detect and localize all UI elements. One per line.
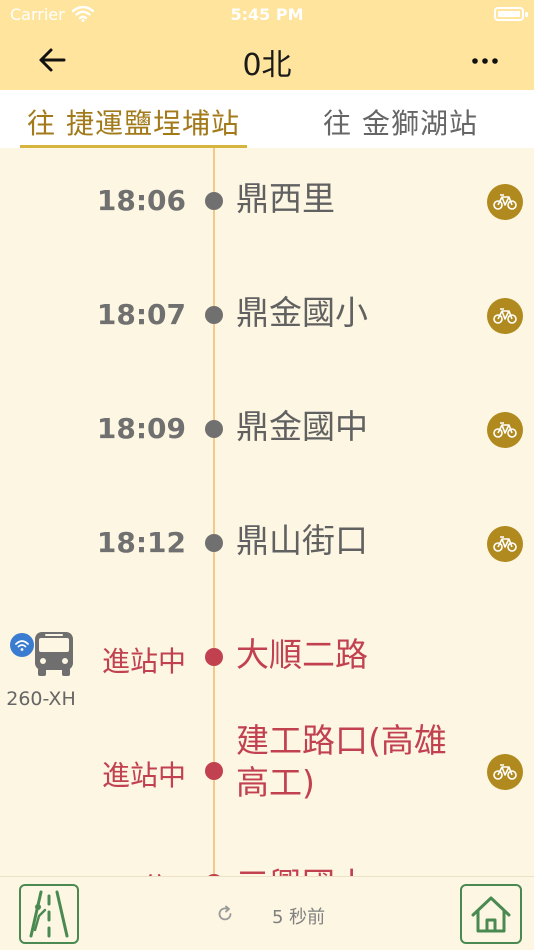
stop-dot xyxy=(205,306,223,324)
stop-dot xyxy=(205,762,223,780)
more-icon[interactable] xyxy=(472,58,498,64)
battery-icon xyxy=(494,7,524,21)
tab-to-yanchengpu[interactable]: 往 捷運鹽埕埔站 xyxy=(0,90,267,148)
bus-plate: 260-XH xyxy=(6,688,76,710)
stop-dot xyxy=(205,648,223,666)
route-map-button[interactable] xyxy=(19,884,79,944)
realtime-signal-icon xyxy=(10,633,34,657)
home-button[interactable] xyxy=(460,884,522,944)
tab-label: 往 金獅湖站 xyxy=(323,107,478,140)
bike-icon[interactable] xyxy=(487,184,523,220)
refresh-icon[interactable] xyxy=(216,905,234,923)
last-updated-label: 5 秒前 xyxy=(272,907,326,928)
stop-name: 建工路口(高雄高工) xyxy=(236,721,447,802)
stop-dot xyxy=(205,192,223,210)
stop-name: 鼎金國中 xyxy=(236,407,368,446)
stop-dot xyxy=(205,420,223,438)
arrival-time: 18:12 xyxy=(96,526,186,559)
arrival-time: 3 分 xyxy=(114,866,169,876)
arrival-time: 18:06 xyxy=(96,184,186,217)
page-title: 0北 xyxy=(242,48,292,83)
bottom-toolbar: 5 秒前 xyxy=(0,876,534,950)
stop-list[interactable]: 18:06 鼎西里 18:07 鼎金國小 18:09 鼎金國中 18:12 鼎山… xyxy=(0,148,534,876)
list-item[interactable]: 18:06 鼎西里 xyxy=(0,148,534,262)
stop-name: 三興國小 xyxy=(236,858,368,876)
list-item[interactable]: 18:07 鼎金國小 xyxy=(0,262,534,376)
bike-icon[interactable] xyxy=(487,412,523,448)
clock: 5:45 PM xyxy=(230,5,304,24)
bike-icon[interactable] xyxy=(487,298,523,334)
bus-icon[interactable] xyxy=(33,630,75,678)
arrival-time: 18:09 xyxy=(96,412,186,445)
arrival-status: 進站中 xyxy=(101,645,186,678)
stop-name: 大順二路 xyxy=(236,635,368,674)
stop-name: 鼎金國小 xyxy=(236,293,368,332)
tab-label: 往 捷運鹽埕埔站 xyxy=(27,107,240,140)
tab-to-jinshihu[interactable]: 往 金獅湖站 xyxy=(267,90,534,148)
list-item[interactable]: 18:12 鼎山街口 xyxy=(0,490,534,604)
list-item[interactable]: 進站中 建工路口(高雄高工) xyxy=(0,718,534,832)
arrival-status: 進站中 xyxy=(101,759,186,792)
nav-bar: 0北 xyxy=(0,30,534,90)
status-bar: Carrier 5:45 PM xyxy=(0,0,534,30)
battery-tip xyxy=(525,12,528,17)
arrival-time: 18:07 xyxy=(96,298,186,331)
stop-name: 鼎西里 xyxy=(236,179,335,218)
direction-tabs: 往 捷運鹽埕埔站 往 金獅湖站 xyxy=(0,90,534,148)
home-icon xyxy=(471,896,511,933)
list-item[interactable]: 18:09 鼎金國中 xyxy=(0,376,534,490)
bike-icon[interactable] xyxy=(487,526,523,562)
bike-icon[interactable] xyxy=(487,754,523,790)
stop-dot xyxy=(205,534,223,552)
route-map-icon xyxy=(29,890,69,938)
stop-name: 鼎山街口 xyxy=(236,521,368,560)
